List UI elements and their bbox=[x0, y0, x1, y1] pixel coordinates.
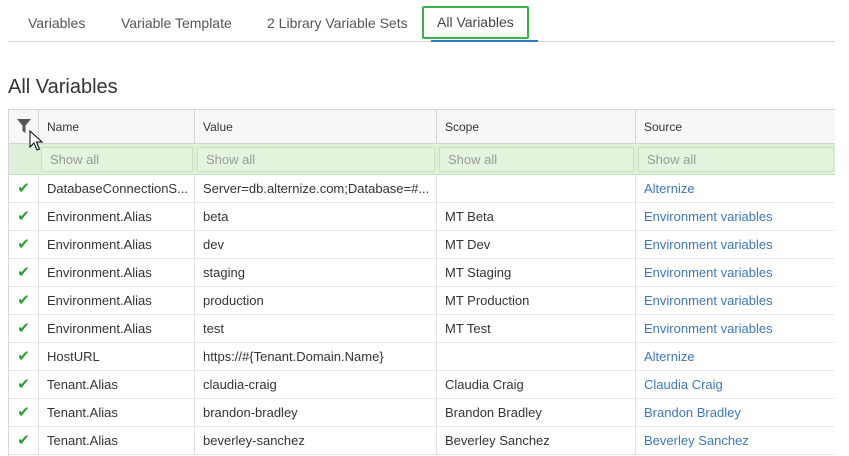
variable-value: Server=db.alternize.com;Database=#... bbox=[195, 175, 437, 202]
variable-value: beverley-sanchez bbox=[195, 427, 437, 454]
variable-value: https://#{Tenant.Domain.Name} bbox=[195, 343, 437, 370]
checkmark-icon: ✔ bbox=[17, 432, 30, 449]
name-filter-input[interactable] bbox=[41, 147, 193, 172]
variable-scope: Claudia Craig bbox=[437, 371, 636, 398]
checkmark-icon: ✔ bbox=[17, 348, 30, 365]
column-header-scope[interactable]: Scope bbox=[437, 110, 636, 143]
tab-library-variable-sets[interactable]: 2 Library Variable Sets bbox=[267, 0, 408, 41]
variable-source-link[interactable]: Alternize bbox=[636, 343, 835, 370]
column-header-value[interactable]: Value bbox=[195, 110, 437, 143]
variable-name: Environment.Alias bbox=[39, 287, 195, 314]
variable-scope: MT Beta bbox=[437, 203, 636, 230]
page-title: All Variables bbox=[8, 76, 118, 98]
table-row[interactable]: ✔ Environment.Alias production MT Productio… bbox=[9, 287, 835, 315]
checkmark-icon: ✔ bbox=[17, 292, 30, 309]
table-row[interactable]: ✔ Tenant.Alias brandon-bradley Brandon Brad… bbox=[9, 399, 835, 427]
column-header-name[interactable]: Name bbox=[39, 110, 195, 143]
variable-source-link[interactable]: Beverley Sanchez bbox=[636, 427, 835, 454]
source-filter-input[interactable] bbox=[638, 147, 834, 172]
variable-name: Environment.Alias bbox=[39, 231, 195, 258]
active-tab-underline bbox=[431, 40, 538, 42]
variable-source-link[interactable]: Environment variables bbox=[636, 259, 835, 286]
checkmark-icon: ✔ bbox=[17, 180, 30, 197]
variable-name: Environment.Alias bbox=[39, 259, 195, 286]
mouse-cursor-icon bbox=[29, 130, 43, 151]
table-row[interactable]: ✔ Environment.Alias beta MT Beta Environment… bbox=[9, 203, 835, 231]
variable-value: brandon-bradley bbox=[195, 399, 437, 426]
variable-scope: Brandon Bradley bbox=[437, 399, 636, 426]
variable-scope: MT Dev bbox=[437, 231, 636, 258]
variable-name: Environment.Alias bbox=[39, 203, 195, 230]
variable-value: beta bbox=[195, 203, 437, 230]
variable-scope: MT Production bbox=[437, 287, 636, 314]
variable-scope bbox=[437, 175, 636, 202]
variable-source-link[interactable]: Brandon Bradley bbox=[636, 399, 835, 426]
table-row[interactable]: ✔ Environment.Alias test MT Test Environment… bbox=[9, 315, 835, 343]
grid-header: Name Value Scope Source bbox=[9, 110, 835, 144]
variable-value: dev bbox=[195, 231, 437, 258]
variable-value: test bbox=[195, 315, 437, 342]
variable-scope bbox=[437, 343, 636, 370]
variable-scope: MT Test bbox=[437, 315, 636, 342]
variable-source-link[interactable]: Alternize bbox=[636, 175, 835, 202]
variable-value: production bbox=[195, 287, 437, 314]
checkmark-icon: ✔ bbox=[17, 320, 30, 337]
variable-source-link[interactable]: Environment variables bbox=[636, 287, 835, 314]
scope-filter-input[interactable] bbox=[439, 147, 634, 172]
table-row[interactable]: ✔ Environment.Alias staging MT Staging Envir… bbox=[9, 259, 835, 287]
variable-name: Environment.Alias bbox=[39, 315, 195, 342]
checkmark-icon: ✔ bbox=[17, 376, 30, 393]
table-row[interactable]: ✔ Environment.Alias dev MT Dev Environment v… bbox=[9, 231, 835, 259]
checkmark-icon: ✔ bbox=[17, 236, 30, 253]
checkmark-icon: ✔ bbox=[17, 404, 30, 421]
column-header-source[interactable]: Source bbox=[636, 110, 835, 143]
tab-variable-template[interactable]: Variable Template bbox=[121, 0, 232, 41]
tab-bar: Variables Variable Template 2 Library Va… bbox=[8, 0, 835, 42]
checkmark-icon: ✔ bbox=[17, 208, 30, 225]
variable-value: claudia-craig bbox=[195, 371, 437, 398]
table-row[interactable]: ✔ DatabaseConnectionS... Server=db.alterni… bbox=[9, 175, 835, 203]
variable-scope: Beverley Sanchez bbox=[437, 427, 636, 454]
checkmark-icon: ✔ bbox=[17, 264, 30, 281]
table-row[interactable]: ✔ Tenant.Alias beverley-sanchez Beverley Sa… bbox=[9, 427, 835, 455]
table-row[interactable]: ✔ HostURL https://#{Tenant.Domain.Name} Alt… bbox=[9, 343, 835, 371]
variables-grid: Name Value Scope Source ✔ DatabaseConnect… bbox=[8, 109, 835, 456]
tab-variables[interactable]: Variables bbox=[28, 0, 85, 41]
tab-all-variables[interactable]: All Variables bbox=[422, 6, 529, 39]
variable-name: Tenant.Alias bbox=[39, 427, 195, 454]
variable-source-link[interactable]: Environment variables bbox=[636, 315, 835, 342]
variable-source-link[interactable]: Environment variables bbox=[636, 203, 835, 230]
value-filter-input[interactable] bbox=[197, 147, 435, 172]
variable-name: DatabaseConnectionS... bbox=[39, 175, 195, 202]
variable-source-link[interactable]: Claudia Craig bbox=[636, 371, 835, 398]
variable-name: Tenant.Alias bbox=[39, 399, 195, 426]
variable-value: staging bbox=[195, 259, 437, 286]
variable-name: HostURL bbox=[39, 343, 195, 370]
table-row[interactable]: ✔ Tenant.Alias claudia-craig Claudia Craig C… bbox=[9, 371, 835, 399]
variable-name: Tenant.Alias bbox=[39, 371, 195, 398]
variable-source-link[interactable]: Environment variables bbox=[636, 231, 835, 258]
variable-scope: MT Staging bbox=[437, 259, 636, 286]
filter-row bbox=[9, 144, 835, 175]
